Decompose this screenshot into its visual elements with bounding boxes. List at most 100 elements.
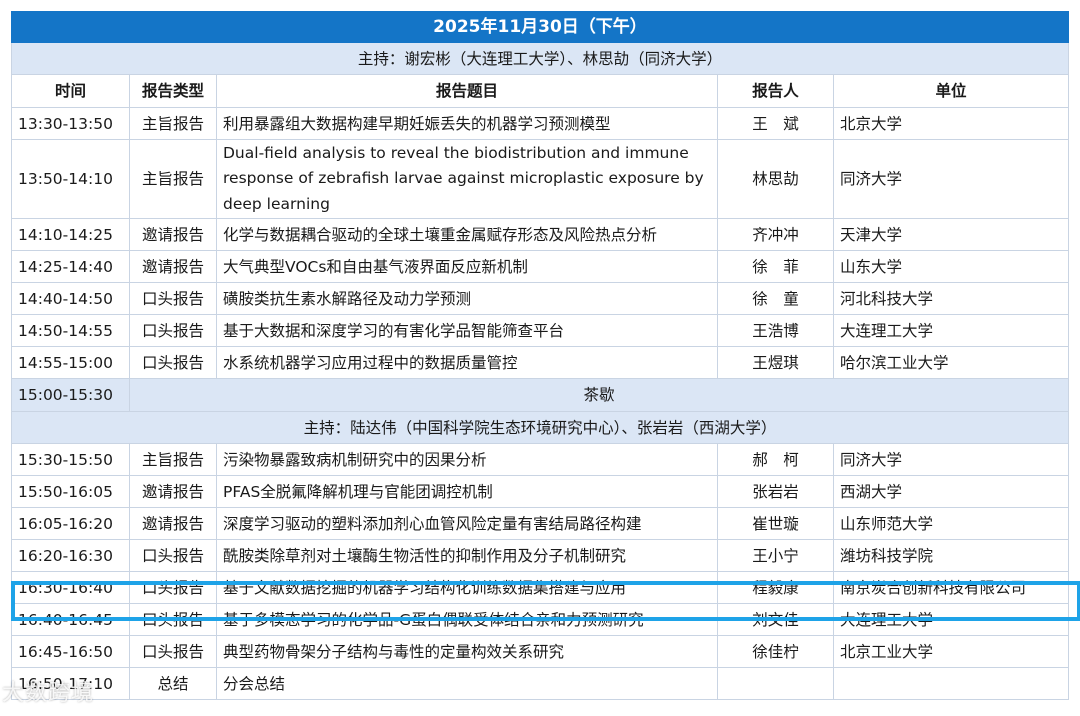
cell-type: 口头报告 [129, 539, 217, 572]
schedule-sheet: 2025年11月30日（下午） 主持：谢宏彬（大连理工大学）、林思劼（同济大学）… [11, 11, 1080, 700]
cell-speaker: 崔世璇 [717, 507, 834, 540]
cell-type: 邀请报告 [129, 475, 217, 508]
cell-topic: 基于大数据和深度学习的有害化学品智能筛查平台 [216, 314, 718, 347]
cell-speaker: 王 斌 [717, 107, 834, 140]
cell-unit: 山东师范大学 [833, 507, 1069, 540]
cell-unit: 哈尔滨工业大学 [833, 346, 1069, 379]
cell-unit: 北京大学 [833, 107, 1069, 140]
session1-host-row: 主持：谢宏彬（大连理工大学）、林思劼（同济大学） [11, 42, 1069, 75]
table-row: 13:30-13:50 主旨报告 利用暴露组大数据构建早期妊娠丢失的机器学习预测模型… [11, 107, 1069, 140]
cell-topic: 典型药物骨架分子结构与毒性的定量构效关系研究 [216, 635, 718, 668]
cell-topic: 分会总结 [216, 667, 718, 700]
cell-type: 口头报告 [129, 635, 217, 668]
cell-speaker: 王煜琪 [717, 346, 834, 379]
table-row: 14:10-14:25 邀请报告 化学与数据耦合驱动的全球土壤重金属赋存形态及风险热… [11, 218, 1069, 251]
cell-unit: 同济大学 [833, 443, 1069, 476]
cell-time: 16:45-16:50 [11, 635, 130, 668]
watermark: 大数跨境 [2, 681, 95, 706]
cell-type: 主旨报告 [129, 139, 217, 219]
col-header-type: 报告类型 [129, 74, 217, 108]
cell-topic: 磺胺类抗生素水解路径及动力学预测 [216, 282, 718, 315]
tea-break-row: 15:00-15:30 茶歇 [11, 378, 1069, 412]
cell-topic: 深度学习驱动的塑料添加剂心血管风险定量有害结局路径构建 [216, 507, 718, 540]
cell-speaker: 张岩岩 [717, 475, 834, 508]
col-header-topic: 报告题目 [216, 74, 718, 108]
cell-time: 16:20-16:30 [11, 539, 130, 572]
cell-time: 14:40-14:50 [11, 282, 130, 315]
cell-time: 16:40-16:45 [11, 603, 130, 636]
cell-type: 邀请报告 [129, 507, 217, 540]
table-row: 16:50-17:10 总结 分会总结 [11, 667, 1069, 700]
table-row: 13:50-14:10 主旨报告 Dual-field analysis to re… [11, 139, 1069, 219]
table-row: 15:30-15:50 主旨报告 污染物暴露致病机制研究中的因果分析郝 柯同济大学 [11, 443, 1069, 476]
cell-type: 口头报告 [129, 346, 217, 379]
cell-speaker: 王浩博 [717, 314, 834, 347]
cell-speaker: 徐 童 [717, 282, 834, 315]
table-row: 14:25-14:40 邀请报告 大气典型VOCs和自由基气液界面反应新机制徐 菲山… [11, 250, 1069, 283]
cell-topic: 基于文献数据挖掘的机器学习结构化训练数据集搭建与应用 [216, 571, 718, 604]
cell-speaker: 徐佳柠 [717, 635, 834, 668]
cell-topic: PFAS全脱氟降解机理与官能团调控机制 [216, 475, 718, 508]
cell-unit: 南京炭合创新科技有限公司 [833, 571, 1069, 604]
cell-topic: 污染物暴露致病机制研究中的因果分析 [216, 443, 718, 476]
cell-time: 13:50-14:10 [11, 139, 130, 219]
cell-unit: 同济大学 [833, 139, 1069, 219]
cell-speaker: 齐冲冲 [717, 218, 834, 251]
table-row: 16:30-16:40 口头报告 基于文献数据挖掘的机器学习结构化训练数据集搭建与应… [11, 571, 1069, 604]
cell-time: 14:50-14:55 [11, 314, 130, 347]
header-row: 时间 报告类型 报告题目 报告人 单位 [11, 74, 1069, 108]
cell-speaker: 程毅康 [717, 571, 834, 604]
session2-host: 主持：陆达伟（中国科学院生态环境研究中心）、张岩岩（西湖大学） [11, 411, 1069, 444]
cell-type: 邀请报告 [129, 218, 217, 251]
table-row: 14:40-14:50 口头报告 磺胺类抗生素水解路径及动力学预测徐 童河北科技大学 [11, 282, 1069, 315]
cell-type: 主旨报告 [129, 443, 217, 476]
cell-unit: 天津大学 [833, 218, 1069, 251]
cell-topic: 水系统机器学习应用过程中的数据质量管控 [216, 346, 718, 379]
cell-type: 口头报告 [129, 571, 217, 604]
session1-host: 主持：谢宏彬（大连理工大学）、林思劼（同济大学） [11, 42, 1069, 75]
cell-time: 15:50-16:05 [11, 475, 130, 508]
cell-speaker: 郝 柯 [717, 443, 834, 476]
cell-unit: 大连理工大学 [833, 314, 1069, 347]
cell-unit: 河北科技大学 [833, 282, 1069, 315]
cell-unit: 西湖大学 [833, 475, 1069, 508]
cell-speaker: 徐 菲 [717, 250, 834, 283]
table-row: 16:40-16:45 口头报告 基于多模态学习的化学品-G蛋白偶联受体结合亲和力预… [11, 603, 1069, 636]
cell-unit: 大连理工大学 [833, 603, 1069, 636]
cell-topic: 利用暴露组大数据构建早期妊娠丢失的机器学习预测模型 [216, 107, 718, 140]
cell-speaker [717, 667, 834, 700]
tea-break-label: 茶歇 [129, 378, 1069, 412]
cell-time: 14:25-14:40 [11, 250, 130, 283]
cell-time: 14:10-14:25 [11, 218, 130, 251]
table-row: 16:45-16:50 口头报告 典型药物骨架分子结构与毒性的定量构效关系研究 徐佳柠… [11, 635, 1069, 668]
title-row: 2025年11月30日（下午） [11, 11, 1069, 43]
table-row: 16:05-16:20 邀请报告 深度学习驱动的塑料添加剂心血管风险定量有害结局路径… [11, 507, 1069, 540]
table-row: 16:20-16:30 口头报告 酰胺类除草剂对土壤酶生物活性的抑制作用及分子机制研… [11, 539, 1069, 572]
cell-unit [833, 667, 1069, 700]
cell-unit: 潍坊科技学院 [833, 539, 1069, 572]
cell-time: 16:05-16:20 [11, 507, 130, 540]
cell-time: 14:55-15:00 [11, 346, 130, 379]
cell-time: 13:30-13:50 [11, 107, 130, 140]
cell-type: 口头报告 [129, 282, 217, 315]
cell-type: 总结 [129, 667, 217, 700]
cell-unit: 山东大学 [833, 250, 1069, 283]
cell-speaker: 林思劼 [717, 139, 834, 219]
cell-time: 15:30-15:50 [11, 443, 130, 476]
schedule-table: 2025年11月30日（下午） 主持：谢宏彬（大连理工大学）、林思劼（同济大学）… [11, 11, 1069, 700]
table-row: 14:55-15:00 口头报告 水系统机器学习应用过程中的数据质量管控 王煜琪 哈尔滨… [11, 346, 1069, 379]
cell-topic: Dual-field analysis to reveal the biodis… [216, 139, 718, 219]
table-row: 15:50-16:05 邀请报告 PFAS全脱氟降解机理与官能团调控机制 张岩岩 西湖大… [11, 475, 1069, 508]
cell-topic: 大气典型VOCs和自由基气液界面反应新机制 [216, 250, 718, 283]
cell-type: 口头报告 [129, 314, 217, 347]
cell-speaker: 王小宁 [717, 539, 834, 572]
col-header-time: 时间 [11, 74, 130, 108]
cell-type: 邀请报告 [129, 250, 217, 283]
cell-type: 口头报告 [129, 603, 217, 636]
col-header-speaker: 报告人 [717, 74, 834, 108]
cell-time: 16:30-16:40 [11, 571, 130, 604]
tea-break-time: 15:00-15:30 [11, 378, 130, 412]
session2-host-row: 主持：陆达伟（中国科学院生态环境研究中心）、张岩岩（西湖大学） [11, 411, 1069, 444]
cell-type: 主旨报告 [129, 107, 217, 140]
schedule-title: 2025年11月30日（下午） [11, 11, 1069, 43]
